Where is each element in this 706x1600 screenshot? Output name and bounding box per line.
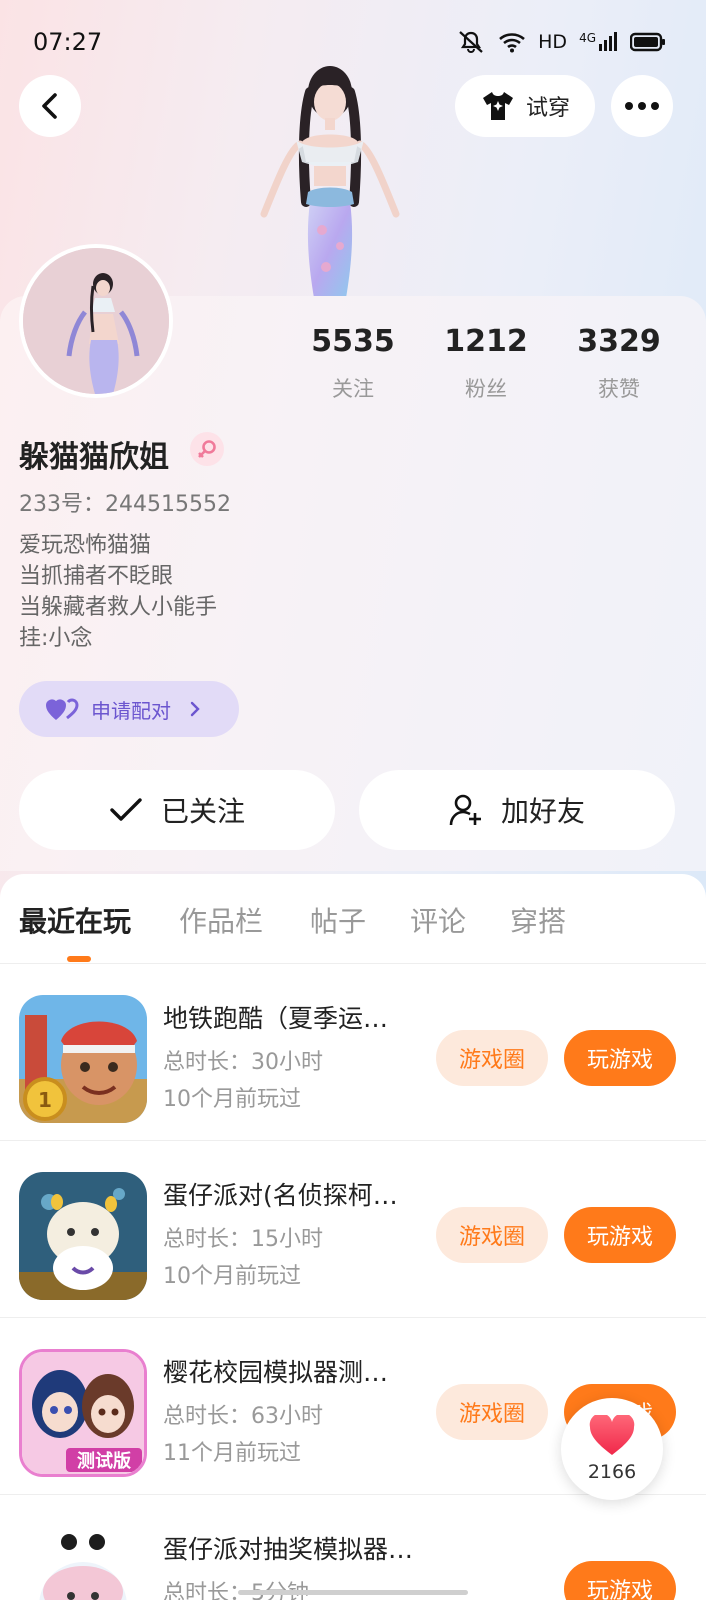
apply-pair-label: 申请配对 bbox=[91, 698, 171, 723]
tab-outfits[interactable]: 穿搭 bbox=[510, 900, 566, 940]
status-time: 07:27 bbox=[33, 28, 103, 56]
game-circle-button[interactable]: 游戏圈 bbox=[436, 1384, 548, 1440]
add-user-icon bbox=[449, 794, 481, 826]
game-duration: 总时长：30小时 bbox=[163, 1050, 323, 1075]
likes-label: 获赞 bbox=[598, 377, 640, 401]
bio-line: 爱玩恐怖猫猫 bbox=[19, 533, 152, 558]
bio: 爱玩恐怖猫猫 当抓捕者不眨眼 当躲藏者救人小能手 挂:小念 bbox=[19, 530, 217, 654]
following-label: 关注 bbox=[332, 377, 374, 401]
bio-line: 挂:小念 bbox=[19, 626, 93, 651]
followed-button[interactable]: 已关注 bbox=[19, 770, 335, 850]
game-last-played: 11个月前玩过 bbox=[163, 1441, 301, 1466]
bio-line: 当抓捕者不眨眼 bbox=[19, 564, 174, 589]
tab-posts[interactable]: 帖子 bbox=[310, 900, 366, 940]
add-friend-button[interactable]: 加好友 bbox=[359, 770, 675, 850]
tab-recently-played[interactable]: 最近在玩 bbox=[19, 900, 131, 940]
game-last-played: 10个月前玩过 bbox=[163, 1264, 301, 1289]
double-heart-icon bbox=[46, 698, 79, 720]
more-button[interactable] bbox=[611, 75, 673, 137]
game-duration: 总时长：63小时 bbox=[163, 1404, 323, 1429]
svg-text:测试版: 测试版 bbox=[77, 1450, 131, 1472]
active-tab-indicator bbox=[67, 956, 91, 962]
play-game-button[interactable]: 玩游戏 bbox=[564, 1030, 676, 1086]
like-button[interactable]: 2166 bbox=[561, 1398, 663, 1500]
game-duration: 总时长：5分钟 bbox=[163, 1581, 309, 1600]
tab-works[interactable]: 作品栏 bbox=[179, 900, 263, 940]
battery-icon bbox=[630, 32, 666, 52]
likes-stat[interactable]: 3329 获赞 bbox=[559, 324, 679, 403]
game-icon-eggy-lottery bbox=[19, 1526, 147, 1600]
chevron-right-icon bbox=[190, 701, 200, 717]
followers-count: 1212 bbox=[444, 324, 528, 359]
chevron-left-icon bbox=[42, 93, 57, 119]
cell-signal-icon: 4G bbox=[579, 32, 618, 52]
avatar-3d-character[interactable] bbox=[250, 62, 410, 298]
play-game-button[interactable]: 玩游戏 bbox=[564, 1561, 676, 1600]
home-indicator bbox=[238, 1590, 468, 1595]
try-on-label: 试穿 bbox=[525, 96, 570, 121]
tab-comments[interactable]: 评论 bbox=[410, 900, 466, 940]
game-icon-sakura-school: 测试版 bbox=[19, 1349, 147, 1477]
checkmark-icon bbox=[110, 798, 142, 821]
game-circle-button[interactable]: 游戏圈 bbox=[436, 1030, 548, 1086]
svg-text:1: 1 bbox=[38, 1088, 52, 1112]
back-button[interactable] bbox=[19, 75, 81, 137]
list-item[interactable]: 蛋仔派对(名侦探柯… 总时长：15小时 10个月前玩过 游戏圈 玩游戏 bbox=[0, 1141, 706, 1318]
try-on-button[interactable]: 试穿 bbox=[455, 75, 595, 137]
network-type-label: HD bbox=[538, 31, 568, 53]
followers-label: 粉丝 bbox=[465, 377, 507, 401]
tshirt-icon bbox=[482, 92, 513, 120]
game-last-played: 10个月前玩过 bbox=[163, 1087, 301, 1112]
following-stat[interactable]: 5535 关注 bbox=[293, 324, 413, 403]
likes-count: 3329 bbox=[577, 324, 661, 359]
game-title: 蛋仔派对抽奖模拟器2.0 bbox=[163, 1535, 418, 1564]
mute-bell-icon bbox=[456, 30, 486, 54]
list-item[interactable]: 1 地铁跑酷（夏季运… 总时长：30小时 10个月前玩过 游戏圈 玩游戏 bbox=[0, 964, 706, 1141]
bio-line: 当躲藏者救人小能手 bbox=[19, 595, 218, 620]
game-title: 地铁跑酷（夏季运… bbox=[163, 1004, 389, 1033]
nickname: 躲猫猫欣姐 bbox=[19, 440, 169, 475]
avatar[interactable] bbox=[19, 244, 173, 398]
game-title: 樱花校园模拟器测… bbox=[163, 1358, 389, 1387]
game-icon-subway-surfers: 1 bbox=[19, 995, 147, 1123]
wifi-icon bbox=[498, 31, 526, 53]
more-dots-icon bbox=[625, 102, 659, 110]
followed-label: 已关注 bbox=[160, 795, 245, 828]
game-duration: 总时长：15小时 bbox=[163, 1227, 323, 1252]
apply-pair-button[interactable]: 申请配对 bbox=[19, 681, 239, 737]
game-circle-button[interactable]: 游戏圈 bbox=[436, 1207, 548, 1263]
user-id: 233号：244515552 bbox=[19, 492, 231, 517]
play-game-button[interactable]: 玩游戏 bbox=[564, 1207, 676, 1263]
following-count: 5535 bbox=[311, 324, 395, 359]
followers-stat[interactable]: 1212 粉丝 bbox=[426, 324, 546, 403]
game-title: 蛋仔派对(名侦探柯… bbox=[163, 1181, 398, 1210]
game-icon-eggy-party bbox=[19, 1172, 147, 1300]
add-friend-label: 加好友 bbox=[500, 795, 585, 828]
list-item[interactable]: 蛋仔派对抽奖模拟器2.0 总时长：5分钟 玩游戏 bbox=[0, 1495, 706, 1600]
like-count: 2166 bbox=[587, 1461, 637, 1483]
female-gender-icon bbox=[190, 432, 224, 466]
heart-icon bbox=[589, 1415, 635, 1455]
